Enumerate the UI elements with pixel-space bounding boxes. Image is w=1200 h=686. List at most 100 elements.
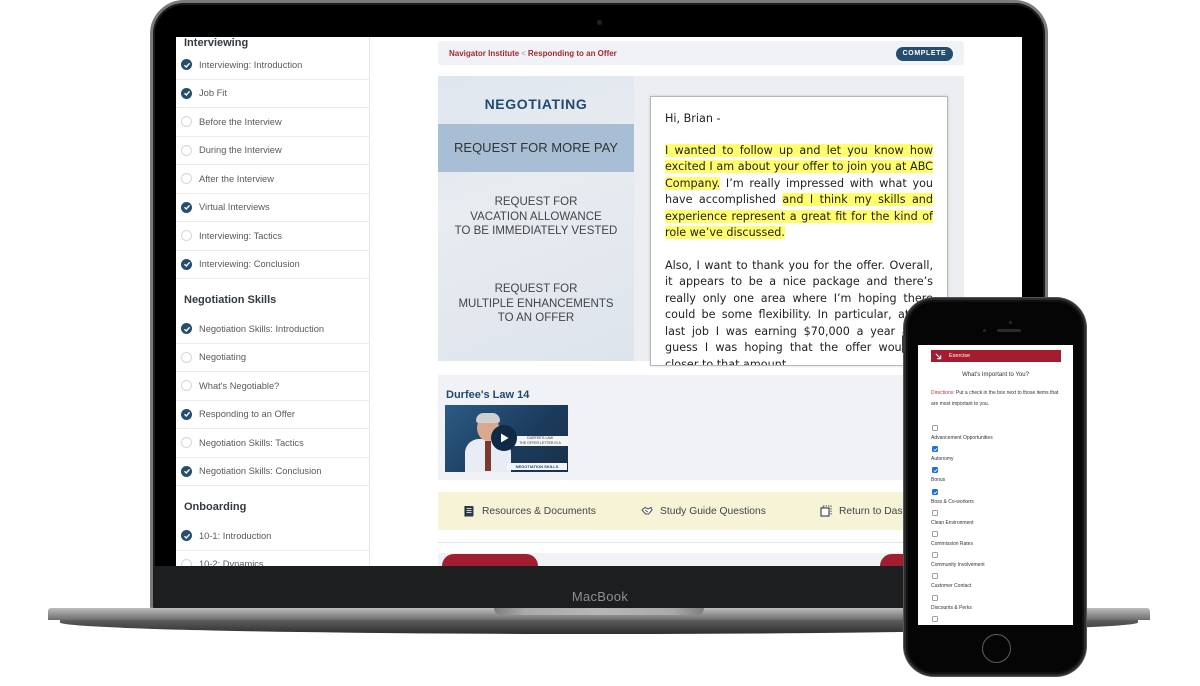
checklist-item: Boss & Co-workers (931, 488, 1063, 510)
sidebar-item[interactable]: Negotiation Skills: Conclusion (176, 458, 369, 486)
slide-option-line: TO AN OFFER (497, 312, 575, 324)
sidebar-item[interactable]: After the Interview (176, 165, 369, 194)
arrow-down-right-icon (935, 353, 942, 359)
sidebar-item[interactable]: 10-1: Introduction (176, 522, 369, 551)
checklist-item: Community Involvement (931, 552, 1063, 573)
slide-title: NEGOTIATING (484, 96, 588, 112)
checkbox[interactable] (932, 573, 938, 580)
slide-option-line: MULTIPLE ENHANCEMENTS (458, 297, 614, 310)
checklist-item: Bonus (931, 467, 1063, 488)
laptop-camera (597, 20, 602, 25)
sidebar-item-label: 10-2: Dynamics (199, 559, 264, 566)
play-icon[interactable] (491, 425, 517, 451)
breadcrumb-bar: Navigator Institute < Responding to an Off… (438, 41, 964, 65)
checklist-label: Autonomy (931, 456, 954, 463)
sidebar-section-title: Interviewing (184, 37, 249, 49)
sidebar-item-label: Virtual Interviews (199, 202, 270, 213)
phone-screen: Exercise What's Important to You? Direct… (918, 345, 1073, 625)
empty-circle-icon (181, 351, 192, 363)
sidebar-item-label: During the Interview (199, 145, 282, 156)
checkbox[interactable] (932, 552, 938, 559)
device-mockup: MacBook Interviewing Interviewing: Introd… (0, 0, 1200, 686)
breadcrumb-current: Responding to an Offer (527, 49, 617, 58)
sidebar-item-label: Negotiation Skills: Tactics (199, 437, 304, 448)
letter-paragraph-1: I wanted to follow up and let you know h… (651, 143, 947, 242)
phone-home-button[interactable] (982, 634, 1011, 663)
action-label: Study Guide Questions (660, 505, 766, 517)
handshake-icon (641, 505, 653, 517)
sidebar-item[interactable]: Negotiation Skills: Tactics (176, 429, 369, 458)
checkbox[interactable] (932, 509, 938, 516)
action-bar: Resources & Documents Study Guide Questi… (438, 492, 964, 530)
slide-option-line: TO BE IMMEDIATELY VESTED (454, 225, 618, 237)
checkbox[interactable] (932, 446, 938, 453)
laptop-screen: Interviewing Interviewing: Introduction Jo… (176, 37, 1022, 566)
checklist-item: Autonomy (931, 446, 1063, 467)
phone-speaker (997, 329, 1021, 332)
empty-circle-icon (181, 116, 192, 128)
checkbox[interactable] (932, 530, 938, 537)
check-circle-icon (181, 530, 192, 542)
laptop-hinge-notch (494, 608, 704, 615)
slide-highlighted-option: REQUEST FOR MORE PAY (438, 124, 634, 172)
letter-greeting: Hi, Brian - (665, 112, 721, 125)
checklist-label: Boss & Co-workers (931, 498, 974, 505)
complete-button[interactable]: COMPLETE (896, 47, 953, 61)
checkbox[interactable] (932, 467, 938, 474)
checkbox[interactable] (932, 488, 938, 495)
breadcrumb-separator: < (521, 49, 526, 58)
action-label: Resources & Documents (482, 505, 596, 517)
sidebar-item-label: Interviewing: Introduction (199, 59, 303, 70)
empty-circle-icon (181, 380, 192, 392)
slide-option: REQUEST FOR MULTIPLE ENHANCEMENTS TO AN … (438, 282, 634, 326)
sidebar-item[interactable]: Interviewing: Tactics (176, 222, 369, 251)
sidebar-item[interactable]: During the Interview (176, 137, 369, 165)
sidebar-item[interactable]: Virtual Interviews (176, 194, 369, 222)
exercise-title: What's Important to You? (962, 372, 1029, 378)
slide-highlighted-option-label: REQUEST FOR MORE PAY (454, 140, 618, 155)
sidebar-item[interactable]: Interviewing: Conclusion (176, 251, 369, 279)
sidebar-item-label: Negotiation Skills: Introduction (199, 323, 325, 334)
sidebar-item[interactable]: What's Negotiable? (176, 372, 369, 401)
sidebar-item-label: Negotiation Skills: Conclusion (199, 466, 322, 477)
slide-option-line: REQUEST FOR (494, 283, 578, 295)
phone-sensor (1009, 321, 1012, 324)
video-topic-tag: NEGOTIATION SKILLS (507, 463, 567, 470)
sidebar-item[interactable]: Before the Interview (176, 108, 369, 137)
sidebar-item[interactable]: Negotiation Skills: Introduction (176, 315, 369, 344)
checkbox[interactable] (932, 425, 938, 431)
check-circle-icon (181, 323, 192, 335)
video-title: Durfee's Law 14 (446, 389, 530, 401)
course-sidebar: Interviewing Interviewing: Introduction Jo… (176, 37, 370, 566)
slide-option-line: REQUEST FOR (494, 196, 578, 208)
checklist-label: Clean Environment (931, 519, 974, 526)
sidebar-item[interactable]: Negotiating (176, 344, 369, 372)
checkbox[interactable] (932, 594, 938, 601)
checklist-label: Community Involvement (931, 562, 985, 569)
checklist-label: Advancement Opportunities (931, 435, 993, 441)
slide-options-panel: NEGOTIATING REQUEST FOR MORE PAY REQUEST… (438, 76, 634, 361)
sidebar-item-label: After the Interview (199, 173, 274, 184)
breadcrumb: Navigator Institute < Responding to an Off… (449, 49, 617, 58)
video-thumbnail[interactable]: DURFEE'S LAW THE OFFER LETTER IS A CONTRA… (445, 405, 568, 472)
sidebar-item[interactable]: 10-2: Dynamics (176, 551, 369, 566)
checklist-item: Customer Contact (931, 573, 1063, 594)
previous-lesson-button[interactable] (442, 554, 538, 566)
sidebar-item[interactable]: Responding to an Offer (176, 401, 369, 429)
study-guide-link[interactable]: Study Guide Questions (641, 492, 766, 530)
sidebar-item[interactable]: Job Fit (176, 80, 369, 108)
empty-circle-icon (181, 230, 192, 242)
phone-camera (983, 329, 986, 332)
breadcrumb-root[interactable]: Navigator Institute (449, 49, 519, 58)
slide-option-line: VACATION ALLOWANCE (470, 210, 602, 223)
lesson-main: Navigator Institute < Responding to an Off… (438, 40, 970, 566)
sidebar-item-label: 10-1: Introduction (199, 530, 272, 541)
checklist-item: Advancement Opportunities (931, 425, 1063, 446)
check-circle-icon (181, 408, 192, 420)
sidebar-item[interactable]: Interviewing: Introduction (176, 51, 369, 80)
check-circle-icon (181, 59, 192, 71)
resources-documents-link[interactable]: Resources & Documents (463, 492, 596, 530)
checkbox[interactable] (932, 615, 938, 622)
empty-circle-icon (181, 173, 192, 185)
